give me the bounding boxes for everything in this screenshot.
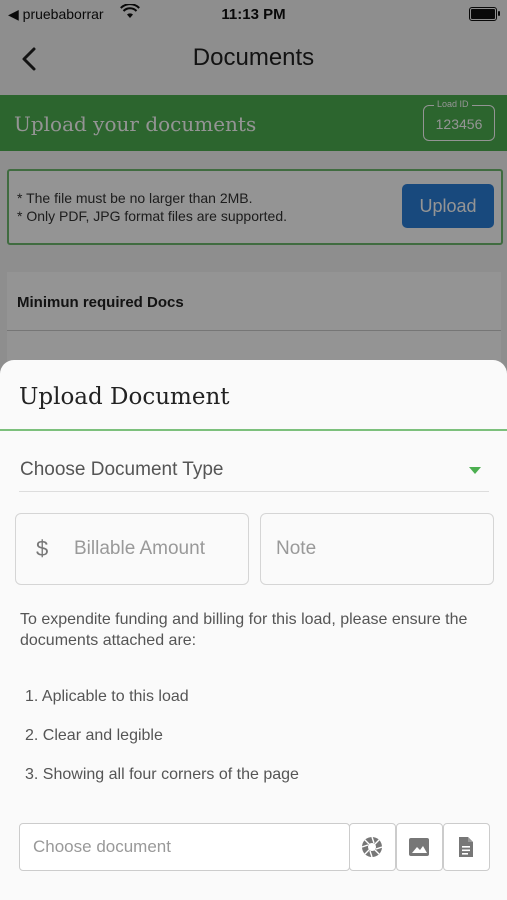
sheet-title: Upload Document (19, 384, 230, 410)
billable-amount-field[interactable]: $ Billable Amount (15, 513, 249, 585)
sheet-divider (0, 429, 507, 431)
list-item: 2. Clear and legible (25, 727, 163, 744)
upload-document-sheet: Upload Document Choose Document Type $ B… (0, 360, 507, 900)
choose-document-input[interactable]: Choose document (19, 823, 350, 871)
list-item: 3. Showing all four corners of the page (25, 766, 299, 783)
dollar-icon: $ (36, 536, 49, 561)
dropdown-arrow-icon (469, 467, 481, 474)
choose-document-placeholder: Choose document (33, 837, 171, 856)
document-type-placeholder: Choose Document Type (20, 459, 224, 480)
guidance-text: To expendite funding and billing for thi… (20, 611, 468, 649)
camera-button[interactable] (349, 823, 396, 871)
note-placeholder: Note (276, 538, 317, 559)
gallery-button[interactable] (396, 823, 443, 871)
document-type-dropdown[interactable]: Choose Document Type (19, 455, 489, 492)
billable-amount-placeholder: Billable Amount (74, 538, 205, 559)
file-button[interactable] (443, 823, 490, 871)
note-field[interactable]: Note (260, 513, 494, 585)
list-item: 1. Aplicable to this load (25, 688, 189, 705)
